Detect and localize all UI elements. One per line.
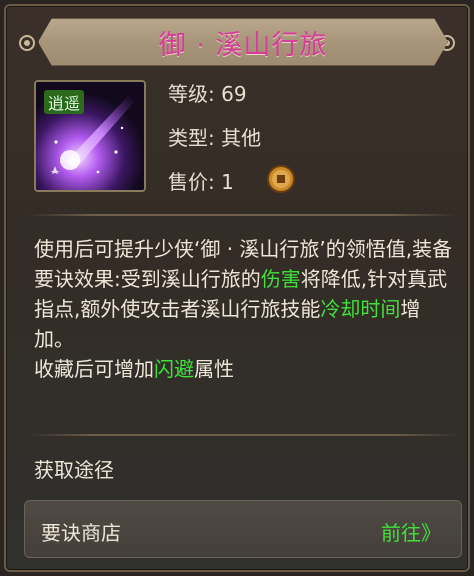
item-title: 御 · 溪山行旅 [158, 29, 328, 61]
type-row: 类型: 其他 [168, 122, 261, 151]
source-heading: 获取途径 [34, 458, 114, 482]
school-badge: 逍遥 [44, 90, 85, 114]
item-tooltip-panel: 御 · 溪山行旅 逍遥 等级: 69 类型: 其他 售价: 1 使用后可提升少侠… [4, 4, 470, 572]
description-paragraph-2: 收藏后可增加闪避属性 [34, 354, 454, 384]
item-description: 使用后可提升少侠‘御 · 溪山行旅’的领悟值,装备要诀效果:受到溪山行旅的伤害将… [34, 234, 454, 384]
item-title-bar: 御 · 溪山行旅 [38, 18, 448, 66]
price-row: 售价: 1 [168, 166, 234, 195]
scroll-ornament-left-icon [19, 35, 35, 51]
type-value: 其他 [221, 126, 262, 150]
level-label: 等级: [168, 82, 215, 106]
goto-shop-button[interactable]: 前往》 [381, 517, 441, 546]
divider [28, 434, 458, 436]
collect-text-2: 属性 [194, 357, 234, 381]
price-value: 1 [221, 170, 234, 194]
item-icon-frame: 逍遥 [34, 80, 146, 192]
level-value: 69 [221, 82, 247, 106]
copper-coin-icon [267, 165, 295, 193]
highlight-dodge: 闪避 [154, 357, 194, 381]
divider [28, 214, 458, 216]
shop-source-row[interactable]: 要诀商店 前往》 [24, 500, 462, 558]
level-row: 等级: 69 [168, 78, 247, 107]
collect-text-1: 收藏后可增加 [34, 357, 154, 381]
type-label: 类型: [168, 126, 215, 150]
highlight-damage: 伤害 [260, 267, 301, 291]
price-label: 售价: [168, 170, 215, 194]
highlight-cooldown: 冷却时间 [320, 297, 401, 321]
description-paragraph-1: 使用后可提升少侠‘御 · 溪山行旅’的领悟值,装备要诀效果:受到溪山行旅的伤害将… [34, 234, 454, 354]
shop-name: 要诀商店 [41, 521, 121, 545]
